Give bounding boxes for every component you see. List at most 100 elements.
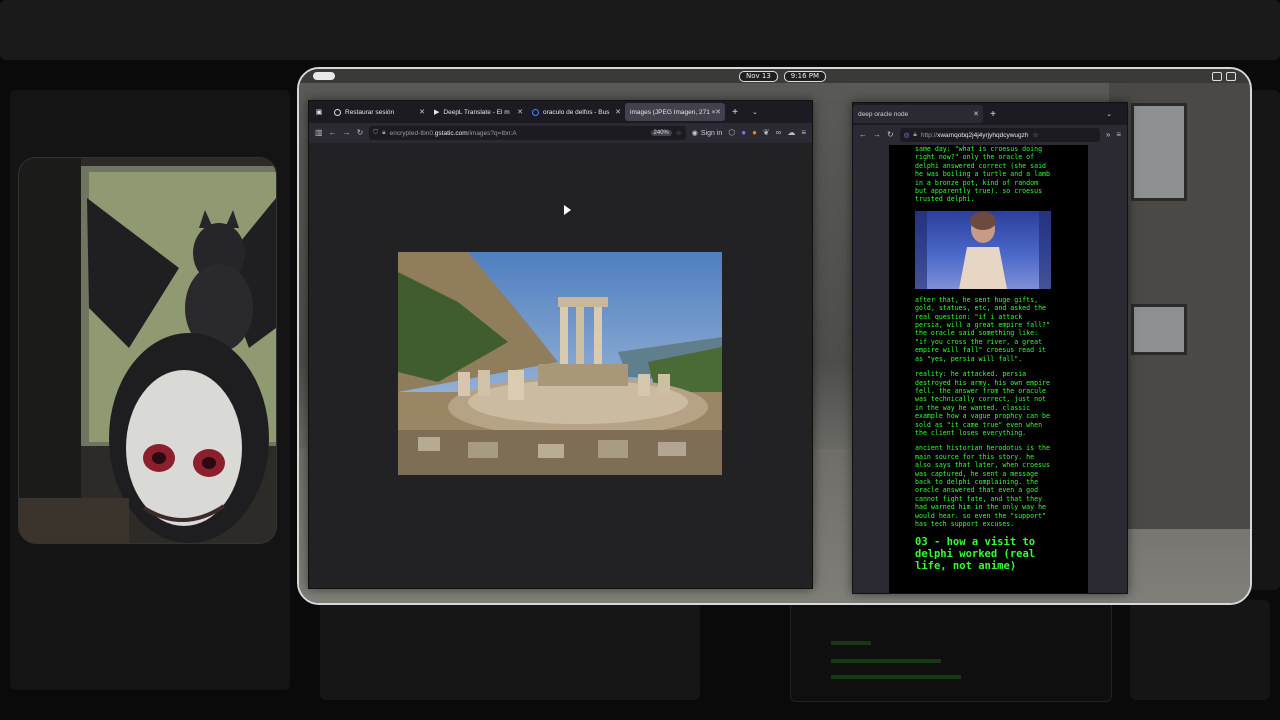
reload-icon[interactable]: ↻ xyxy=(887,131,894,139)
article-paragraph: same day: "what is croesus doing right n… xyxy=(915,145,1050,204)
extensions-icon[interactable]: ⬡ xyxy=(728,129,735,137)
nav-toolbar: ← → ↻ ◎ 🔒︎ http://xwamqobq2j4j4yrjyhqdcy… xyxy=(853,125,1127,145)
tab-list-button[interactable]: ⌄ xyxy=(745,103,765,121)
wallpaper-window xyxy=(1131,103,1187,201)
url-text: http://xwamqobq2j4j4yrjyhqdcywugzh xyxy=(921,132,1029,139)
tab-label: DeepL Translate - El m xyxy=(443,108,510,116)
tab-close-icon[interactable]: ✕ xyxy=(517,108,523,116)
menu-icon[interactable]: ≡ xyxy=(1116,131,1121,139)
webcam-overlay xyxy=(18,157,277,544)
article-paragraph: ancient historian herodotus is the main … xyxy=(915,444,1050,528)
forward-icon[interactable]: → xyxy=(873,131,881,139)
reload-icon[interactable]: ↻ xyxy=(357,129,364,137)
shield-icon[interactable]: ⛉ xyxy=(373,129,378,137)
tab-label: oraculo de delfos - Bus xyxy=(543,108,610,116)
overflow-chevron-icon[interactable]: » xyxy=(1106,131,1110,139)
screen-capture: Nov 13 9:16 PM ▣ Restaurar sesión ✕ ▶ De… xyxy=(297,67,1252,605)
tab-google-search[interactable]: oraculo de delfos - Bus ✕ xyxy=(527,103,625,121)
section-heading: 03 - how a visit to delphi worked (real … xyxy=(915,536,1036,573)
panel-clock[interactable]: Nov 13 9:16 PM xyxy=(739,71,827,82)
tab-label: Restaurar sesión xyxy=(345,108,395,116)
film-still-image[interactable] xyxy=(915,210,1051,289)
tab-label: deep oracle node xyxy=(858,110,909,118)
tab-deepl[interactable]: ▶ DeepL Translate - El m ✕ xyxy=(429,103,527,121)
url-text: encrypted-tbn0.gstatic.com/images?q=tbn:… xyxy=(390,130,517,137)
forward-icon[interactable]: → xyxy=(343,129,351,137)
tholos-photo xyxy=(398,252,722,475)
browser-window-side: deep oracle node ✕ + ⌄ ← → ↻ ◎ 🔒︎ http:/… xyxy=(852,102,1128,594)
menu-icon[interactable]: ≡ xyxy=(801,129,806,137)
tab-close-icon[interactable]: ✕ xyxy=(973,110,979,118)
system-tray[interactable] xyxy=(1212,72,1236,81)
tor-onion-icon[interactable]: ◎ xyxy=(904,131,910,139)
url-host: gstatic.com xyxy=(434,129,468,137)
webcam-feed xyxy=(19,158,276,543)
extension-leaf-icon[interactable]: ❦ xyxy=(763,129,770,137)
blur-text-line xyxy=(831,675,961,679)
url-prefix: http:// xyxy=(920,131,938,139)
oracle-article: same day: "what is croesus doing right n… xyxy=(889,145,1088,593)
wallpaper-building xyxy=(1109,79,1250,529)
tray-icon[interactable] xyxy=(1212,72,1222,81)
url-host: xwamqobq2j4j4yrjyhqdcywugzh xyxy=(937,131,1029,139)
nav-toolbar: ▥ ← → ↻ ⛉ 🔒︎ encrypted-tbn0.gstatic.com/… xyxy=(309,123,812,143)
new-tab-button[interactable]: + xyxy=(725,103,745,121)
sign-in-label: Sign in xyxy=(700,129,723,137)
deepl-icon: ▶ xyxy=(434,109,440,116)
tab-close-icon[interactable]: ✕ xyxy=(615,108,621,116)
image-viewer xyxy=(309,143,812,588)
url-bar[interactable]: ◎ 🔒︎ http://xwamqobq2j4j4yrjyhqdcywugzh … xyxy=(899,128,1100,142)
extension-orange-icon[interactable]: ● xyxy=(752,129,757,137)
plus-icon: + xyxy=(990,108,996,120)
back-icon[interactable]: ← xyxy=(329,129,337,137)
firefox-view-icon: ▣ xyxy=(315,109,323,116)
firefox-view-button[interactable]: ▣ xyxy=(309,103,329,121)
tab-close-icon[interactable]: ✕ xyxy=(715,108,721,116)
tab-list-button[interactable]: ⌄ xyxy=(1102,105,1117,123)
back-icon[interactable]: ← xyxy=(859,131,867,139)
wallpaper-window xyxy=(1131,304,1187,355)
browser-window-main: ▣ Restaurar sesión ✕ ▶ DeepL Translate -… xyxy=(308,100,813,589)
tab-close-icon[interactable]: ✕ xyxy=(419,108,425,116)
blur-text-line xyxy=(831,641,871,645)
tab-deep-oracle-node[interactable]: deep oracle node ✕ xyxy=(853,105,983,123)
extension-mask-icon[interactable]: ∞ xyxy=(776,129,782,137)
sign-in-button[interactable]: ◉ Sign in xyxy=(691,129,723,138)
background-terminal-blur xyxy=(790,600,1112,702)
restore-icon xyxy=(334,108,341,116)
panel-date: Nov 13 xyxy=(739,71,778,82)
bookmark-star-icon[interactable]: ☆ xyxy=(676,129,682,137)
panel-time: 9:16 PM xyxy=(783,71,827,82)
top-panel: Nov 13 9:16 PM xyxy=(299,69,1250,83)
mouse-cursor xyxy=(564,205,571,215)
article-paragraph: after that, he sent huge gifts, gold, st… xyxy=(915,295,1050,363)
oracle-figure-still xyxy=(915,210,1051,289)
url-bar[interactable]: ⛉ 🔒︎ encrypted-tbn0.gstatic.com/images?q… xyxy=(369,126,686,140)
new-tab-button[interactable]: + xyxy=(983,105,1003,123)
url-prefix: encrypted-tbn0. xyxy=(389,129,435,137)
plus-icon: + xyxy=(732,106,738,118)
lock-icon[interactable]: 🔒︎ xyxy=(913,131,916,139)
page-viewport: same day: "what is croesus doing right n… xyxy=(853,145,1127,593)
sidebar-icon[interactable]: ▥ xyxy=(315,129,323,137)
tab-label: images (JPEG Imagen, 271 × xyxy=(630,108,716,116)
bookmark-star-icon[interactable]: ☆ xyxy=(1033,131,1039,139)
extension-purple-icon[interactable]: ● xyxy=(741,129,746,137)
account-icon: ◉ xyxy=(691,130,698,137)
delphi-tholos-image[interactable] xyxy=(398,252,722,475)
lock-icon[interactable]: 🔒︎ xyxy=(382,129,385,137)
extension-cloud-icon[interactable]: ☁ xyxy=(787,129,795,137)
activities-button[interactable] xyxy=(313,72,335,80)
tray-icon[interactable] xyxy=(1226,72,1236,81)
chevron-down-icon: ⌄ xyxy=(752,109,758,116)
tab-restore-session[interactable]: Restaurar sesión ✕ xyxy=(329,103,429,121)
tab-strip: ▣ Restaurar sesión ✕ ▶ DeepL Translate -… xyxy=(309,101,812,123)
background-blur-bottom xyxy=(320,600,700,700)
blur-text-line xyxy=(831,659,941,663)
article-paragraph: reality: he attacked. persia destroyed h… xyxy=(915,370,1050,437)
zoom-indicator[interactable]: 240% xyxy=(650,130,672,136)
background-blur-top xyxy=(0,0,1280,60)
tab-strip: deep oracle node ✕ + ⌄ xyxy=(853,103,1127,125)
background-blur-corner xyxy=(1130,600,1270,700)
tab-image-active[interactable]: images (JPEG Imagen, 271 × ✕ xyxy=(625,103,725,121)
